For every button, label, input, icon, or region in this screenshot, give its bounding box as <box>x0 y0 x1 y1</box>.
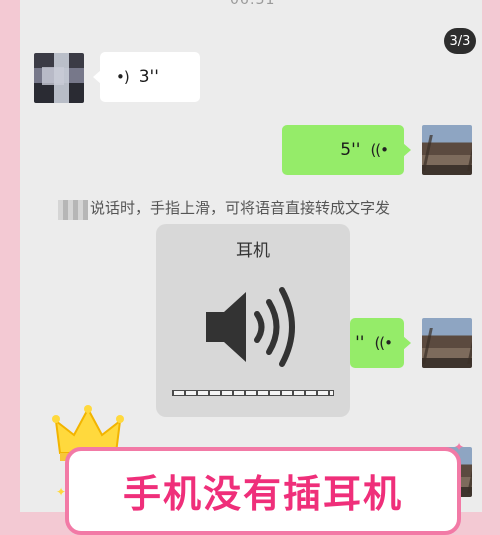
voice-duration: 3'' <box>138 67 159 87</box>
voice-wave-icon: ((• <box>370 141 389 159</box>
voice-message-outgoing[interactable]: '' ((• <box>350 318 411 368</box>
page-indicator: 3/3 <box>444 28 476 54</box>
volume-level-bar <box>172 390 334 396</box>
volume-hud: 耳机 <box>156 224 350 417</box>
voice-duration: 5'' <box>340 140 361 160</box>
voice-message-outgoing[interactable]: 5'' ((• <box>282 125 411 175</box>
voice-tip-text: 说话时，手指上滑，可将语音直接转成文字发 <box>90 199 391 217</box>
voice-duration: '' <box>355 333 365 353</box>
blurred-icon <box>58 200 88 220</box>
caption-banner: 手机没有插耳机 <box>65 447 461 535</box>
my-avatar[interactable] <box>422 125 472 175</box>
hud-title: 耳机 <box>236 241 270 261</box>
status-time: 06:31 <box>230 0 276 8</box>
contact-avatar[interactable] <box>34 53 84 103</box>
voice-wave-icon: •) <box>116 68 130 86</box>
voice-wave-icon: ((• <box>374 334 393 352</box>
speaker-icon <box>206 287 295 367</box>
my-avatar[interactable] <box>422 318 472 368</box>
banner-text: 手机没有插耳机 <box>122 472 403 516</box>
voice-message-incoming[interactable]: •) 3'' <box>93 52 200 102</box>
